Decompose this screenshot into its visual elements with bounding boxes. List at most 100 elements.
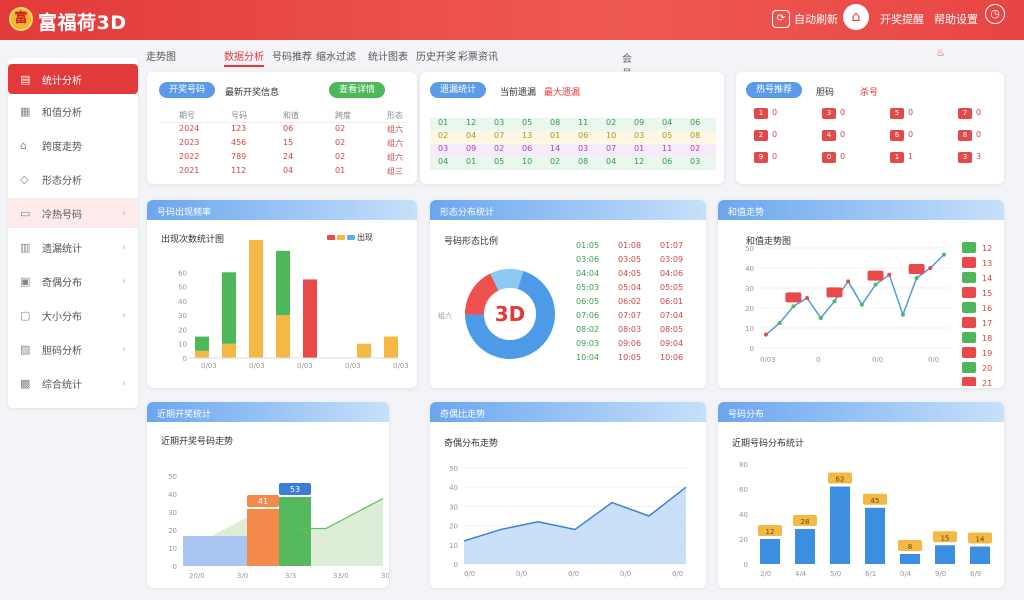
bar-segment: [357, 343, 371, 358]
bar: [795, 529, 815, 564]
bar-label: 15: [941, 534, 950, 542]
tab-charts[interactable]: 统计图表: [368, 48, 408, 63]
tab-history[interactable]: 历史开奖: [416, 48, 456, 63]
line-point: [777, 321, 782, 325]
miss-stats-pill[interactable]: 遗漏统计: [430, 82, 487, 98]
view-detail-button[interactable]: 查看详情: [329, 82, 386, 98]
table-cell: 03: [690, 157, 701, 166]
table-cell: 2022: [179, 152, 200, 161]
tab-filter[interactable]: 缩水过滤: [316, 48, 356, 63]
sidebar-item-label: 形态分析: [42, 175, 82, 187]
sidebar-item-shape[interactable]: ◇ 形态分析: [8, 164, 138, 194]
hot-number-box[interactable]: 8: [958, 130, 972, 141]
max-miss-tab[interactable]: 最大遗漏: [544, 85, 580, 98]
kill-tab[interactable]: 杀号: [860, 85, 878, 98]
x-tick-label: 0/03: [760, 356, 776, 364]
line-point: [928, 266, 933, 270]
legend-value: 06:01: [660, 297, 683, 306]
sidebar-item-sum[interactable]: ▦ 和值分析: [8, 96, 138, 126]
hot-number-count: 0: [772, 108, 778, 117]
hot-number-box[interactable]: 5: [890, 108, 904, 119]
line-point: [791, 304, 796, 309]
hot-number-count: 0: [908, 108, 914, 117]
table-cell: 03: [578, 144, 589, 153]
legend-value: 04:06: [660, 269, 683, 278]
legend-value: 03:06: [576, 255, 599, 264]
hot-number-box[interactable]: 1: [754, 108, 768, 119]
tab-news[interactable]: 彩票资讯: [458, 48, 498, 63]
clock-icon[interactable]: ◷: [985, 4, 1005, 24]
sidebar-item-label: 跨度走势: [42, 141, 82, 153]
y-tick-label: 20: [178, 326, 187, 334]
hot-number-box[interactable]: 2: [754, 130, 768, 141]
sidebar-item-odd[interactable]: ▣ 奇偶分布 ›: [8, 266, 138, 296]
table-row: 2021 112 04 01 组三: [159, 166, 405, 179]
sidebar-item-span[interactable]: ⌂ 跨度走势: [8, 130, 138, 160]
current-miss-tab[interactable]: 当前遗漏: [500, 85, 536, 98]
hot-number-box[interactable]: 1: [890, 152, 904, 163]
y-tick-label: 60: [739, 486, 748, 494]
x-tick-label: 0/0: [928, 356, 939, 364]
hot-numbers-pill[interactable]: 热号推荐: [746, 82, 803, 98]
hot-number-box[interactable]: 3: [958, 152, 972, 163]
bar-label: 41: [258, 497, 268, 506]
y-tick-label: 20: [745, 305, 754, 313]
shape-chart-header: 形态分布统计: [430, 200, 706, 220]
bar-label: 14: [976, 536, 985, 544]
frequency-chart-card: 号码出现频率 出现次数统计图 出现 0 10 20 30 40 50 60 0/03 0/03 0…: [147, 200, 417, 388]
y-tick-label: 20: [168, 527, 177, 535]
table-cell: 24: [283, 152, 294, 161]
table-cell: 06: [662, 157, 673, 166]
sidebar-item-hot[interactable]: ▭ 冷热号码 ›: [8, 198, 138, 228]
header-notify[interactable]: 开奖提醒: [880, 6, 924, 32]
y-tick-label: 0: [454, 561, 458, 569]
sidebar-item-miss[interactable]: ▥ 遗漏统计 ›: [8, 232, 138, 262]
tab-trend[interactable]: 走势图: [146, 48, 176, 63]
hot-number-box[interactable]: 9: [754, 152, 768, 163]
line-point: [805, 296, 810, 300]
pie-side-label: 组六: [438, 311, 452, 320]
sidebar-item-total[interactable]: ▩ 综合统计 ›: [8, 368, 138, 398]
tab-recommend[interactable]: 号码推荐: [272, 48, 312, 63]
bar: [760, 539, 780, 564]
line-point: [859, 302, 864, 307]
hot-number-box[interactable]: 6: [890, 130, 904, 141]
side-list-value: 18: [982, 334, 992, 343]
hot-number-box[interactable]: 4: [822, 130, 836, 141]
x-tick-label: 30/0: [381, 572, 389, 580]
side-list-box: [962, 272, 976, 283]
hot-number-grid: 103050702040608090001133: [754, 108, 994, 178]
x-tick-label: 0/03: [297, 362, 313, 370]
x-tick-label: 0/0: [872, 356, 883, 364]
distribution-svg: 0 20 40 60 80 12 28 62 45 8 15 14 2/0 4/4 5/0 6/1 0/4 9/0…: [739, 461, 992, 578]
hot-number-count: 0: [840, 152, 846, 161]
x-tick-label: 2/0: [760, 570, 771, 578]
bar-label: 53: [290, 485, 300, 494]
hot-number-box[interactable]: 0: [822, 152, 836, 163]
table-cell: 期号: [179, 111, 195, 120]
bar: [247, 509, 279, 566]
sidebar-item-size[interactable]: ▢ 大小分布 ›: [8, 300, 138, 330]
header-settings[interactable]: 帮助设置: [934, 6, 978, 32]
x-tick-label: 20/0: [189, 572, 205, 580]
table-cell: 123: [231, 124, 247, 133]
legend-value: 09:06: [618, 339, 641, 348]
x-tick-label: 0/03: [345, 362, 361, 370]
dan-tab[interactable]: 胆码: [816, 85, 834, 98]
tab-analysis[interactable]: 数据分析: [224, 48, 264, 67]
bar-label: 28: [801, 518, 810, 526]
header-auto-refresh[interactable]: ⟳ 自动刷新: [772, 6, 838, 32]
x-tick-label: 3/3: [285, 572, 296, 580]
x-tick-label: 5/0: [830, 570, 841, 578]
hot-number-box[interactable]: 7: [958, 108, 972, 119]
home-icon[interactable]: ⌂: [843, 4, 869, 30]
table-cell: 01: [466, 157, 477, 166]
y-tick-label: 0: [750, 345, 754, 353]
hot-number-box[interactable]: 3: [822, 108, 836, 119]
sidebar-item-stats[interactable]: ▤ 统计分析: [8, 64, 138, 94]
recent-draw-header: 近期开奖统计: [147, 402, 389, 422]
latest-draw-pill[interactable]: 开奖号码: [159, 82, 216, 98]
dan-icon: ▨: [20, 342, 31, 356]
sum-icon: ▦: [20, 104, 31, 118]
sidebar-item-dan[interactable]: ▨ 胆码分析 ›: [8, 334, 138, 364]
